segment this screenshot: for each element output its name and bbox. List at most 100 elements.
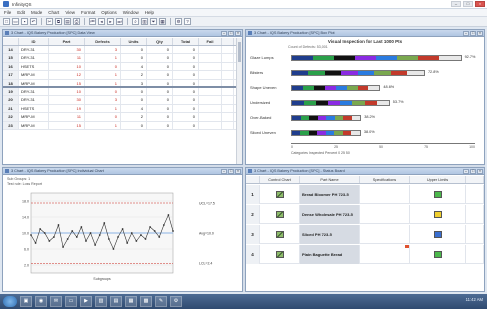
- menu-edit[interactable]: Edit: [17, 10, 25, 15]
- chart-thumbnail-icon[interactable]: [275, 251, 284, 258]
- minimize-button[interactable]: –: [463, 31, 469, 36]
- maximize-button[interactable]: □: [470, 169, 476, 174]
- table-row[interactable]: 17 MRP-M 12 1 2 0 0: [3, 71, 242, 80]
- chart-thumbnail-cell[interactable]: [260, 185, 300, 204]
- close-button[interactable]: ×: [475, 1, 485, 7]
- bar[interactable]: [291, 85, 381, 91]
- column-header[interactable]: [246, 176, 260, 183]
- status-cell[interactable]: [410, 205, 466, 224]
- minimize-button[interactable]: –: [451, 1, 461, 7]
- print-icon[interactable]: ⎙: [73, 18, 80, 25]
- explorer-icon[interactable]: ▣: [20, 296, 32, 307]
- new-icon[interactable]: □: [3, 18, 10, 25]
- column-header[interactable]: Specifications: [360, 176, 410, 183]
- column-header[interactable]: [3, 38, 19, 45]
- bar-row[interactable]: Over-Baked 38.2%: [250, 114, 480, 123]
- line-chart-window[interactable]: 3 Chart - IQS Bakery Production [SPC] In…: [2, 167, 243, 292]
- vertical-scrollbar[interactable]: [236, 38, 242, 164]
- table-row[interactable]: 22 MRP-M 11 0 2 0 0: [3, 113, 242, 122]
- close-button[interactable]: ×: [477, 169, 483, 174]
- status-row[interactable]: 3 Sliced PH 723-5: [246, 225, 484, 244]
- copy-icon[interactable]: ⧉: [55, 18, 62, 25]
- bar-row[interactable]: Undersized 53.7%: [250, 99, 480, 108]
- media-icon[interactable]: ▶: [80, 296, 92, 307]
- save-icon[interactable]: ▪: [21, 18, 28, 25]
- zoom-icon[interactable]: ⌕: [132, 18, 139, 25]
- bar-row[interactable]: Blisters 72.8%: [250, 69, 480, 78]
- status-row[interactable]: 1 Bread Bloomer PH 723-5: [246, 185, 484, 204]
- menu-help[interactable]: Help: [145, 10, 154, 15]
- chart-thumbnail-cell[interactable]: [260, 205, 300, 224]
- paste-icon[interactable]: ▤: [64, 18, 71, 25]
- table-row[interactable]: 16 HSETS 10 0 4 0 0: [3, 62, 242, 72]
- status-board-window[interactable]: 3 Chart - IQS Bakery Production [SPC] - …: [245, 167, 485, 292]
- chart-thumbnail-cell[interactable]: [260, 225, 300, 244]
- help-icon[interactable]: ?: [184, 18, 191, 25]
- data-table-window[interactable]: 3 Chart - IQS Bakery Production [SPC] Da…: [2, 29, 243, 165]
- close-button[interactable]: ×: [235, 31, 241, 36]
- doc-icon[interactable]: ▤: [110, 296, 122, 307]
- first-icon[interactable]: ⏮: [89, 18, 96, 25]
- bar-chart-window[interactable]: 3 Chart - IQS Bakery Production [SPC] Bo…: [245, 29, 485, 165]
- table-row[interactable]: 14 DRY-31 30 3 0 0 0: [3, 46, 242, 55]
- column-header[interactable]: Part Name: [300, 176, 360, 183]
- table-row[interactable]: 15 DRY-31 11 1 0 0 0: [3, 54, 242, 63]
- column-header[interactable]: Defects: [85, 38, 121, 45]
- undo-icon[interactable]: ↶: [30, 18, 37, 25]
- chart-thumbnail-icon[interactable]: [275, 211, 284, 218]
- table-row[interactable]: 21 HSETS 19 1 4 0 0: [3, 104, 242, 114]
- scrollbar-thumb[interactable]: [238, 42, 241, 62]
- menu-view[interactable]: View: [65, 10, 75, 15]
- bar[interactable]: [291, 70, 425, 76]
- table-row[interactable]: 18 MRP-M 15 1 3 0 0: [3, 79, 242, 88]
- folder-icon[interactable]: ▭: [65, 296, 77, 307]
- table-row[interactable]: 19 DRY-31 10 0 0 0 0: [3, 87, 242, 97]
- window-title-bar[interactable]: 3 Chart - IQS Bakery Production [SPC] Da…: [3, 30, 242, 37]
- bar[interactable]: [291, 100, 390, 106]
- status-cell[interactable]: [410, 185, 466, 204]
- column-header[interactable]: Fail: [199, 38, 222, 45]
- next-icon[interactable]: ▸: [107, 18, 114, 25]
- calc-icon[interactable]: ▩: [140, 296, 152, 307]
- status-row[interactable]: 2 Dense Wholesale PH 723-5: [246, 205, 484, 224]
- window-title-bar[interactable]: 3 Chart - IQS Bakery Production [SPC] In…: [3, 168, 242, 175]
- minimize-button[interactable]: –: [221, 31, 227, 36]
- maximize-button[interactable]: □: [228, 169, 234, 174]
- table-row[interactable]: 23 MRP-M 15 1 0 0 0: [3, 121, 242, 130]
- bar-row[interactable]: Shape Uneven 48.6%: [250, 84, 480, 93]
- cut-icon[interactable]: ✂: [46, 18, 53, 25]
- open-icon[interactable]: ▭: [12, 18, 19, 25]
- chart-thumbnail-icon[interactable]: [275, 231, 284, 238]
- close-button[interactable]: ×: [477, 31, 483, 36]
- close-button[interactable]: ×: [235, 169, 241, 174]
- menu-format[interactable]: Format: [81, 10, 95, 15]
- column-header[interactable]: Upper Limits: [410, 176, 466, 183]
- paint-icon[interactable]: ✎: [155, 296, 167, 307]
- start-button[interactable]: [3, 296, 17, 307]
- column-header[interactable]: [466, 176, 484, 183]
- status-indicator-icon[interactable]: [433, 231, 442, 238]
- bar[interactable]: [291, 130, 361, 136]
- grid-icon[interactable]: ▦: [159, 18, 166, 25]
- column-header[interactable]: Control Chart: [260, 176, 300, 183]
- menu-options[interactable]: Options: [101, 10, 117, 15]
- chart-icon[interactable]: ▥: [141, 18, 148, 25]
- bar[interactable]: [291, 55, 462, 61]
- settings-icon[interactable]: ⚙: [175, 18, 182, 25]
- bar[interactable]: [291, 115, 362, 121]
- column-header[interactable]: Qty: [147, 38, 173, 45]
- chart-thumbnail-cell[interactable]: [260, 245, 300, 264]
- maximize-button[interactable]: □: [228, 31, 234, 36]
- column-header[interactable]: Part: [49, 38, 85, 45]
- menu-window[interactable]: Window: [123, 10, 139, 15]
- window-title-bar[interactable]: 3 Chart - IQS Bakery Production [SPC] Bo…: [246, 30, 484, 37]
- chart-thumbnail-icon[interactable]: [275, 191, 284, 198]
- window-title-bar[interactable]: 3 Chart - IQS Bakery Production [SPC] - …: [246, 168, 484, 175]
- tool-icon[interactable]: ⚙: [170, 296, 182, 307]
- minimize-button[interactable]: –: [221, 169, 227, 174]
- status-row[interactable]: 4 Plain Baguette Bread: [246, 245, 484, 264]
- status-indicator-icon[interactable]: [433, 191, 442, 198]
- column-header[interactable]: Units: [121, 38, 147, 45]
- browser-icon[interactable]: ◉: [35, 296, 47, 307]
- column-header[interactable]: Total: [173, 38, 199, 45]
